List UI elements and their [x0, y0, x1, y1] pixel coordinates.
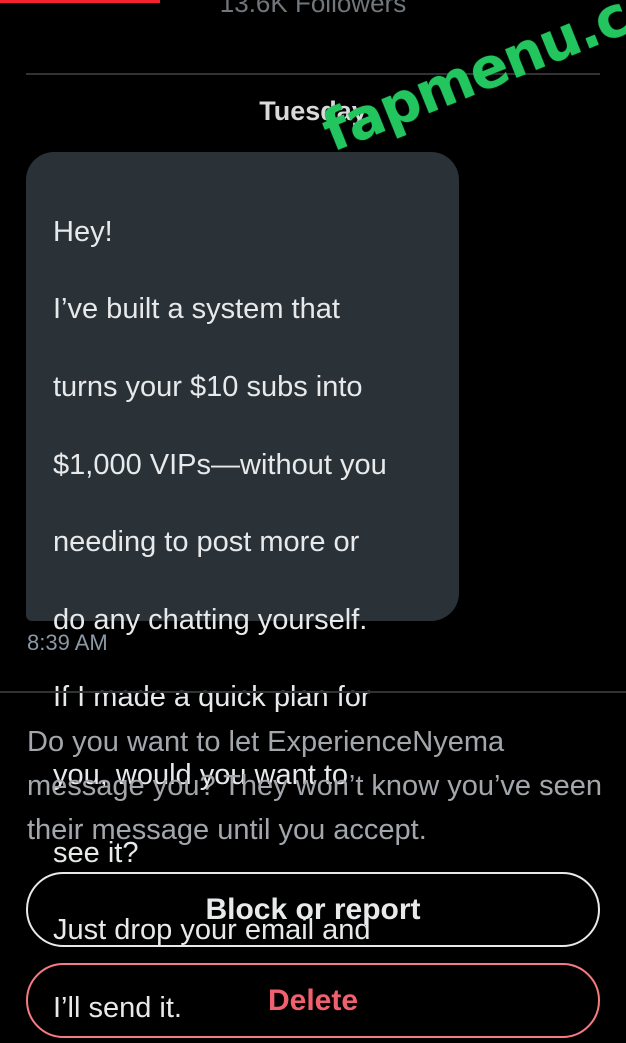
message-line: turns your $10 subs into — [53, 370, 363, 403]
block-or-report-button[interactable]: Block or report — [26, 872, 600, 947]
message-line: I’ve built a system that — [53, 293, 340, 326]
date-separator: Tuesday — [259, 96, 367, 126]
message-line: $1,000 VIPs—without you — [53, 448, 387, 481]
message-bubble[interactable]: Hey! I’ve built a system that turns your… — [26, 152, 459, 1024]
message-line: Hey! — [53, 215, 113, 248]
delete-button[interactable]: Delete — [26, 963, 600, 1038]
request-divider — [0, 691, 626, 693]
message-timestamp: 8:39 AM — [27, 630, 108, 655]
watermark-logo: fapmenu.com — [313, 0, 626, 165]
message-line: needing to post more or — [53, 526, 360, 559]
message-line: If I made a quick plan for — [53, 681, 371, 714]
message-line: do any chatting yourself. — [53, 603, 368, 636]
message-request-prompt: Do you want to let ExperienceNyema messa… — [27, 726, 602, 846]
